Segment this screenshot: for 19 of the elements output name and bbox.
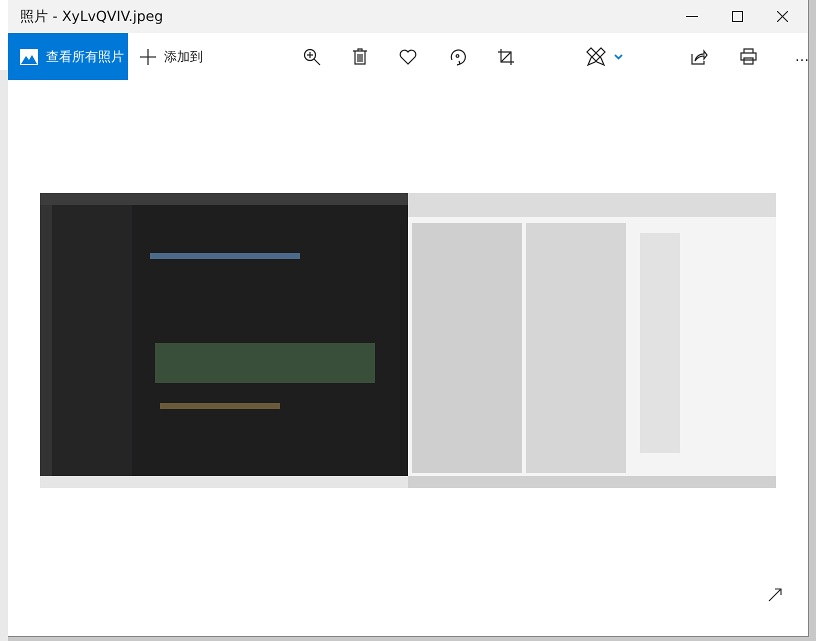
expand-icon[interactable] [768,588,782,602]
zoom-in-icon[interactable] [303,48,321,66]
close-icon[interactable] [777,11,788,22]
caret-icon[interactable] [614,54,623,60]
plus-icon [140,48,156,64]
photo-icon [20,48,38,64]
heart-icon[interactable] [399,48,417,64]
more-button[interactable]: … [795,48,809,64]
print-icon[interactable] [740,48,757,65]
share-icon[interactable] [691,48,708,64]
maximize-icon[interactable] [732,11,743,22]
add-to-button[interactable]: 添加到 [128,48,203,66]
pencil-icon[interactable] [586,46,606,66]
window-title: 照片 - XyLvQVIV.jpeg [19,8,164,26]
view-all-photos-button[interactable]: 查看所有照片 [8,33,128,80]
rotate-icon[interactable] [449,48,466,66]
minimize-icon[interactable] [686,16,698,18]
trash-icon[interactable] [353,48,367,65]
crop-icon[interactable] [498,48,514,64]
